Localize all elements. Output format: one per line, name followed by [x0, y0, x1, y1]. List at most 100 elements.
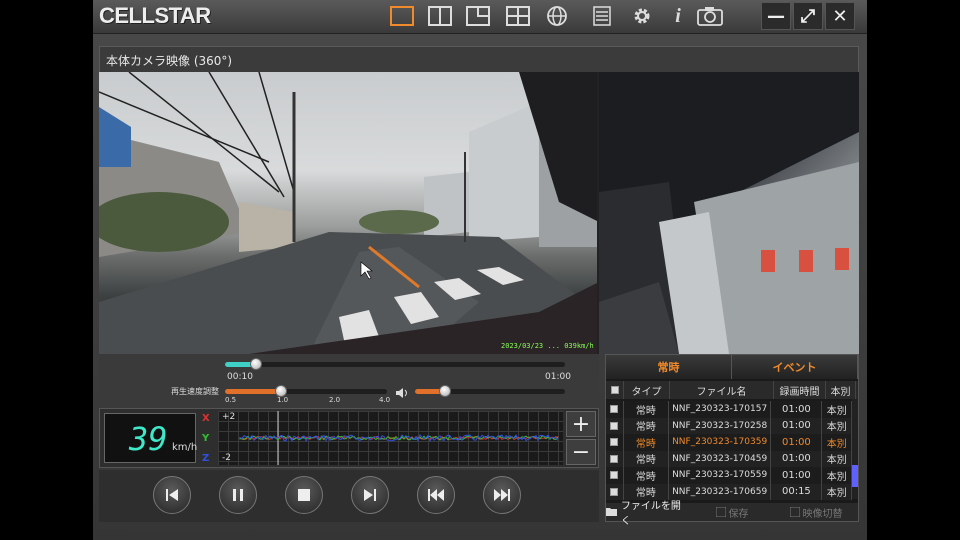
row-duration: 01:00 — [771, 417, 823, 434]
table-row[interactable]: 常時 NNF_230323-170157 01:00 本別 — [606, 401, 852, 418]
switch-video-icon — [789, 507, 800, 517]
save-label: 保存 — [728, 508, 749, 520]
pip-view-icon[interactable] — [465, 5, 491, 27]
transport-bar — [99, 470, 599, 522]
gear-icon[interactable] — [629, 5, 655, 27]
volume-handle[interactable] — [439, 385, 451, 397]
row-duration: 01:00 — [771, 467, 823, 484]
folder-icon — [606, 508, 617, 516]
save-button[interactable]: 保存 — [690, 503, 774, 521]
volume-icon[interactable] — [395, 384, 409, 403]
previous-file-button[interactable] — [417, 476, 455, 514]
table-row[interactable]: 常時 NNF_230323-170258 01:00 本別 — [606, 417, 852, 434]
next-file-button[interactable] — [483, 476, 521, 514]
axis-y-label: Y — [202, 433, 210, 444]
camera-title: 本体カメラ映像 (360°) — [106, 54, 233, 68]
switch-video-button[interactable]: 映像切替 — [774, 503, 858, 521]
row-kind: 本別 — [822, 417, 852, 434]
zoom-out-button[interactable]: − — [566, 439, 596, 465]
camera-panel-header: 本体カメラ映像 (360°) — [99, 46, 859, 72]
skip-end-button[interactable] — [351, 476, 389, 514]
row-filename: NNF_230323-170258 — [669, 417, 772, 434]
row-checkbox[interactable] — [606, 401, 624, 418]
table-row[interactable]: 常時 NNF_230323-170459 01:00 本別 — [606, 450, 852, 467]
row-checkbox[interactable] — [606, 467, 624, 484]
tab-event[interactable]: イベント — [732, 355, 858, 379]
globe-icon[interactable] — [544, 5, 570, 27]
skip-end-icon — [364, 489, 376, 501]
tab-normal[interactable]: 常時 — [606, 355, 732, 379]
skip-start-icon — [166, 489, 178, 501]
close-button[interactable]: ✕ — [825, 2, 855, 30]
title-bar: CELLSTAR i — ⤢ ✕ — [93, 0, 867, 34]
row-kind: 本別 — [822, 450, 852, 467]
row-checkbox[interactable] — [606, 434, 624, 451]
column-filename[interactable]: ファイル名 — [670, 381, 774, 399]
playback-controls: 00:10 01:00 再生速度調整 0.5 1.0 2.0 4.0 — [99, 354, 599, 406]
row-type: 常時 — [624, 434, 669, 451]
open-file-button[interactable]: ファイルを開く — [606, 501, 690, 527]
speed-tick-2: 2.0 — [329, 396, 341, 404]
info-icon[interactable]: i — [665, 5, 691, 27]
speedometer: 39 km/h — [104, 413, 198, 463]
skip-start-button[interactable] — [153, 476, 191, 514]
row-duration: 01:00 — [771, 401, 823, 418]
row-kind: 本別 — [822, 467, 852, 484]
video-view[interactable]: 2023/03/23 ... 039km/h — [99, 72, 859, 354]
row-filename: NNF_230323-170359 — [669, 434, 772, 451]
split-view-icon[interactable] — [427, 5, 453, 27]
row-kind: 本別 — [822, 483, 852, 500]
app-window: CELLSTAR i — ⤢ ✕ 本体カメラ映像 (360°) 2023/03/… — [93, 0, 867, 540]
row-filename: NNF_230323-170157 — [669, 401, 772, 418]
row-filename: NNF_230323-170459 — [669, 450, 772, 467]
row-duration: 01:00 — [771, 450, 823, 467]
row-duration: 01:00 — [771, 434, 823, 451]
cellstar-logo: CELLSTAR — [99, 3, 211, 28]
file-list-scroll-thumb[interactable] — [852, 465, 858, 487]
row-checkbox[interactable] — [606, 417, 624, 434]
switch-video-label: 映像切替 — [802, 508, 843, 520]
video-timestamp-overlay: 2023/03/23 ... 039km/h — [501, 342, 594, 350]
column-type[interactable]: タイプ — [624, 381, 670, 399]
row-checkbox[interactable] — [606, 450, 624, 467]
speed-value: 39 — [129, 420, 168, 458]
row-type: 常時 — [624, 417, 669, 434]
stop-icon — [298, 489, 310, 501]
table-row[interactable]: 常時 NNF_230323-170359 01:00 本別 — [606, 434, 852, 451]
row-type: 常時 — [624, 467, 669, 484]
next-file-icon — [494, 489, 510, 501]
row-duration: 00:15 — [771, 483, 823, 500]
seek-handle[interactable] — [249, 358, 262, 370]
speed-unit: km/h — [172, 442, 198, 453]
time-total: 01:00 — [545, 372, 571, 382]
camera-icon[interactable] — [697, 5, 723, 27]
pause-button[interactable] — [219, 476, 257, 514]
cabin-camera-frame — [599, 72, 859, 354]
pause-icon — [233, 489, 243, 501]
speed-adjust-label: 再生速度調整 — [171, 387, 219, 396]
file-actions: ファイルを開く 保存 映像切替 — [606, 501, 858, 527]
file-list-panel: 常時 イベント タイプ ファイル名 録画時間 本別 常時 NNF_230323-1… — [605, 354, 859, 527]
row-type: 常時 — [624, 450, 669, 467]
row-filename: NNF_230323-170559 — [669, 467, 772, 484]
stop-button[interactable] — [285, 476, 323, 514]
front-camera-frame: 2023/03/23 ... 039km/h — [99, 72, 599, 354]
row-kind: 本別 — [822, 401, 852, 418]
minimize-button[interactable]: — — [761, 2, 791, 30]
select-all-checkbox[interactable] — [606, 381, 624, 399]
zoom-in-button[interactable]: + — [566, 411, 596, 437]
column-kind[interactable]: 本別 — [826, 381, 856, 399]
column-duration[interactable]: 録画時間 — [774, 381, 826, 399]
speed-tick-0: 0.5 — [225, 396, 237, 404]
single-view-icon[interactable] — [389, 5, 415, 27]
quad-view-icon[interactable] — [505, 5, 531, 27]
open-file-label: ファイルを開く — [620, 501, 681, 527]
list-icon[interactable] — [589, 5, 615, 27]
previous-file-icon — [428, 489, 444, 501]
table-row[interactable]: 常時 NNF_230323-170559 01:00 本別 — [606, 467, 852, 484]
time-current: 00:10 — [227, 372, 253, 382]
row-kind: 本別 — [822, 434, 852, 451]
maximize-button[interactable]: ⤢ — [793, 2, 823, 30]
seek-track[interactable] — [225, 362, 565, 367]
row-type: 常時 — [624, 401, 669, 418]
